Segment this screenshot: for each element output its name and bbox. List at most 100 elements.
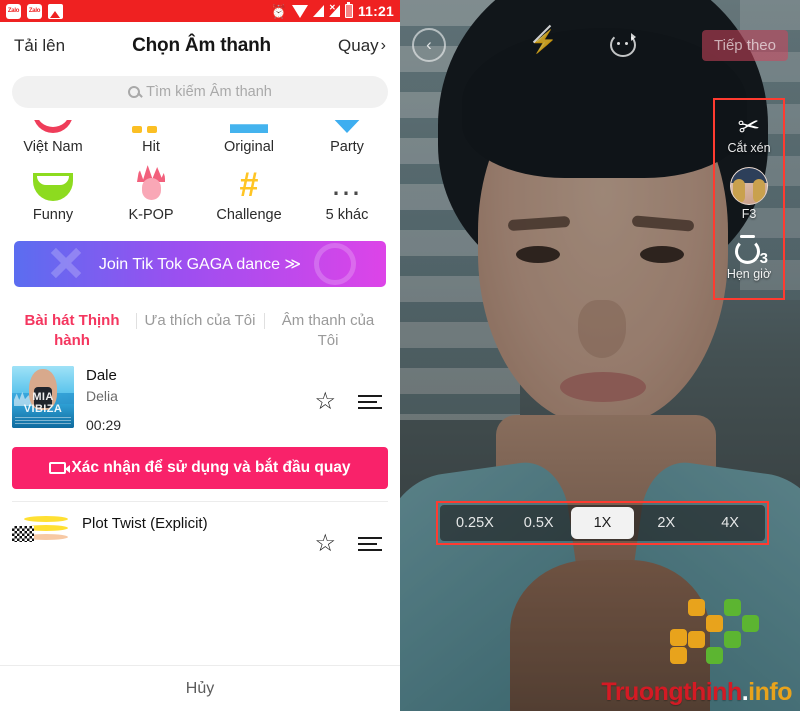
- flash-off-icon[interactable]: ⚡: [530, 24, 557, 59]
- tab-my-sounds[interactable]: Âm thanh của Tôi: [264, 311, 392, 352]
- truongthinh-logo-icon: [662, 595, 759, 667]
- song-title: Dale: [86, 366, 117, 384]
- page-title: Chọn Âm thanh: [132, 35, 271, 56]
- category-vietnam[interactable]: Việt Nam: [4, 118, 102, 163]
- search-input[interactable]: Tìm kiếm Âm thanh: [12, 76, 388, 108]
- song-duration: 00:29: [86, 416, 122, 433]
- navigation-bar: Tải lên Chọn Âm thanh Quay ›: [0, 22, 400, 70]
- tool-trim[interactable]: ✂ Cắt xén: [727, 108, 770, 160]
- list-lines-icon[interactable]: [358, 394, 382, 409]
- status-bar-clock: 11:21: [357, 3, 394, 19]
- tab-trending-songs[interactable]: Bài hát Thịnh hành: [8, 311, 136, 352]
- sound-tabs: Bài hát Thịnh hành Ưa thích của Tôi Âm t…: [0, 287, 400, 352]
- search-placeholder: Tìm kiếm Âm thanh: [146, 84, 272, 100]
- category-hit[interactable]: Hit: [102, 118, 200, 163]
- song-list-item[interactable]: Plot Twist (Explicit) ☆: [0, 502, 400, 558]
- song-list-item[interactable]: MIA VIBIZA Dale Delia 00:29 ☆: [0, 352, 400, 441]
- star-outline-icon[interactable]: ☆: [314, 531, 336, 556]
- song-actions: ☆: [314, 366, 388, 414]
- status-bar-notifications: Zalo Zalo: [6, 3, 63, 19]
- signal-bars-icon: [312, 5, 324, 17]
- category-label: Hit: [142, 139, 160, 155]
- timer-icon: 3: [732, 233, 768, 267]
- category-party[interactable]: Party: [298, 118, 396, 163]
- upload-button[interactable]: Tải lên: [14, 36, 65, 56]
- tool-label: Hẹn giờ: [726, 267, 772, 281]
- status-bar: Zalo Zalo ⏰ 11:21: [0, 0, 400, 22]
- category-label: Việt Nam: [23, 139, 83, 155]
- category-more[interactable]: ⋯ 5 khác: [298, 163, 396, 231]
- cancel-button-label: Hủy: [185, 679, 215, 697]
- tool-label: F3: [741, 207, 757, 221]
- star-outline-icon[interactable]: ☆: [314, 389, 336, 414]
- watermark-secondary: info: [748, 678, 792, 706]
- category-label: Funny: [32, 207, 74, 223]
- cancel-button[interactable]: Hủy: [0, 665, 400, 711]
- music-blue-icon: [230, 120, 268, 133]
- next-button[interactable]: Tiếp theo: [702, 29, 788, 61]
- category-row-1: Việt Nam Hit Original Party: [4, 118, 396, 163]
- category-label: K-POP: [128, 207, 174, 223]
- zalo-notification-icon: Zalo: [27, 3, 42, 19]
- search-section: Tìm kiếm Âm thanh: [0, 70, 400, 118]
- scissors-icon: ✂: [736, 109, 762, 143]
- timer-badge: 3: [759, 250, 768, 267]
- category-original[interactable]: Original: [200, 118, 298, 163]
- signal-no-sim-icon: [328, 3, 340, 17]
- status-bar-system: ⏰ 11:21: [270, 2, 394, 19]
- app-screenshot: Zalo Zalo ⏰ 11:21 Tải lên Chọn Âm thanh …: [0, 0, 800, 711]
- flip-camera-icon[interactable]: [610, 33, 636, 57]
- lips-red-icon: [33, 120, 73, 133]
- tool-timer[interactable]: 3 Hẹn giờ: [727, 228, 771, 286]
- wifi-icon: [291, 4, 308, 18]
- album-art-thumbnail: MIA VIBIZA: [12, 365, 74, 428]
- category-label: Original: [224, 139, 274, 155]
- category-funny[interactable]: Funny: [4, 163, 102, 231]
- tool-label: Cắt xén: [727, 141, 771, 155]
- confirm-section: Xác nhận để sử dụng và bắt đầu quay: [0, 441, 400, 489]
- speed-option-4x[interactable]: 4X: [698, 509, 762, 537]
- banner-label: Join Tik Tok GAGA dance ≫: [98, 256, 302, 273]
- smile-green-icon: [33, 165, 73, 201]
- kpop-person-icon: [133, 165, 169, 201]
- watermark-primary: Truongthinh: [601, 678, 742, 706]
- speed-option-1x[interactable]: 1X: [570, 507, 635, 539]
- hashtag-icon: #: [239, 166, 259, 205]
- song-metadata: Dale Delia 00:29: [86, 366, 302, 435]
- speed-selector: 0.25X 0.5X 1X 2X 4X: [440, 505, 765, 541]
- category-kpop[interactable]: K-POP: [102, 163, 200, 231]
- promo-banner-section: Join Tik Tok GAGA dance ≫: [0, 231, 400, 287]
- zalo-notification-icon: Zalo: [6, 3, 21, 19]
- album-art-thumbnail: [12, 511, 70, 558]
- camera-tools-panel: ✂ Cắt xén F3 3 Hẹn giờ: [713, 98, 785, 300]
- watermark: Truongthinh . info: [601, 678, 792, 707]
- tab-my-favorites[interactable]: Ưa thích của Tôi: [136, 311, 264, 352]
- video-camera-icon: [49, 461, 71, 474]
- crown-yellow-icon: [132, 120, 170, 133]
- sound-picker-panel: Zalo Zalo ⏰ 11:21 Tải lên Chọn Âm thanh …: [0, 0, 400, 711]
- category-challenge[interactable]: # Challenge: [200, 163, 298, 231]
- tool-filter[interactable]: F3: [730, 162, 768, 226]
- chevron-left-icon[interactable]: ‹: [412, 28, 446, 62]
- song-artist: Delia: [86, 387, 118, 404]
- more-dots-icon: ⋯: [331, 177, 363, 210]
- alarm-clock-icon: ⏰: [270, 3, 287, 19]
- speed-selector-highlight: 0.25X 0.5X 1X 2X 4X: [436, 501, 769, 545]
- party-triangle-icon: [328, 120, 366, 133]
- category-label: Challenge: [216, 207, 282, 223]
- category-grid: Việt Nam Hit Original Party Funny K-POP …: [0, 118, 400, 231]
- filter-avatar-icon: [730, 167, 768, 205]
- speed-option-2x[interactable]: 2X: [634, 509, 698, 537]
- speed-option-05x[interactable]: 0.5X: [507, 509, 571, 537]
- album-art-title: MIA VIBIZA: [23, 390, 63, 415]
- song-title: Plot Twist (Explicit): [82, 514, 208, 532]
- record-nav-label: Quay: [338, 36, 379, 55]
- gaga-dance-banner[interactable]: Join Tik Tok GAGA dance ≫: [14, 241, 386, 287]
- battery-icon: [344, 2, 353, 18]
- list-lines-icon[interactable]: [358, 536, 382, 551]
- banner-decor-star-icon: [41, 241, 92, 287]
- speed-option-025x[interactable]: 0.25X: [443, 509, 507, 537]
- record-nav-button[interactable]: Quay ›: [338, 36, 386, 56]
- camera-recording-panel: ‹ ⚡ Tiếp theo ✂ Cắt xén F3 3 Hẹn giờ 0.2…: [400, 0, 800, 711]
- confirm-use-sound-button[interactable]: Xác nhận để sử dụng và bắt đầu quay: [12, 446, 388, 489]
